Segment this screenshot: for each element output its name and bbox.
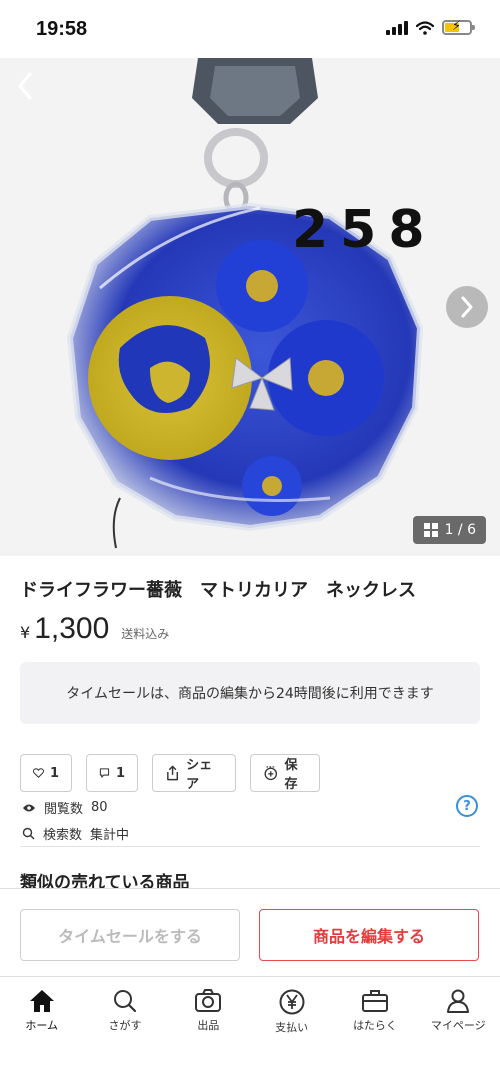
image-counter[interactable]: 1 / 6	[412, 516, 486, 544]
chevron-left-icon	[18, 72, 32, 100]
photo-number-label: 258	[292, 200, 437, 260]
camera-icon	[195, 989, 222, 1012]
status-bar: 19:58 ⚡	[0, 0, 500, 58]
tab-bar: ホーム さがす 出品 支払い はたらく マイページ	[0, 976, 500, 1080]
wifi-icon	[416, 20, 434, 35]
product-photo	[0, 58, 500, 556]
eye-icon	[23, 804, 35, 811]
shipping-note: 送料込み	[121, 627, 170, 641]
share-label: シェア	[186, 758, 213, 792]
views-value: 80	[91, 800, 108, 815]
grid-icon	[423, 523, 438, 537]
views-row: 閲覧数 80	[22, 798, 108, 817]
search-count-value: 集計中	[90, 828, 130, 843]
help-icon[interactable]: ?	[456, 795, 478, 817]
timesale-notice: タイムセールは、商品の編集から24時間後に利用できます	[20, 662, 480, 724]
status-icons: ⚡	[386, 19, 475, 35]
tab-label: はたらく	[353, 1019, 397, 1032]
views-label: 閲覧数	[44, 802, 84, 817]
magnifier-icon	[22, 827, 35, 840]
divider	[20, 846, 480, 847]
save-button[interactable]: 保存	[250, 754, 320, 792]
product-price: 1,300	[34, 612, 110, 645]
comment-icon	[99, 768, 110, 778]
share-icon	[167, 765, 178, 781]
comment-count: 1	[115, 765, 125, 781]
share-button[interactable]: シェア	[152, 754, 236, 792]
like-count: 1	[49, 765, 59, 781]
search-icon	[113, 990, 137, 1013]
tab-label: マイページ	[430, 1019, 486, 1032]
save-icon	[264, 766, 278, 781]
edit-item-button[interactable]: 商品を編集する	[259, 909, 479, 961]
comment-button[interactable]: 1	[86, 754, 138, 792]
timesale-button[interactable]: タイムセールをする	[20, 909, 240, 961]
signal-icon	[386, 20, 408, 35]
person-icon	[447, 989, 470, 1013]
tab-payment[interactable]: 支払い	[250, 977, 333, 1080]
product-image-carousel[interactable]: 258 1 / 6	[0, 58, 500, 556]
tab-label: さがす	[108, 1019, 142, 1032]
status-time: 19:58	[36, 18, 88, 40]
chevron-right-icon	[461, 296, 473, 318]
tab-mypage[interactable]: マイページ	[417, 977, 500, 1080]
tab-work[interactable]: はたらく	[333, 977, 416, 1080]
like-button[interactable]: 1	[20, 754, 72, 792]
tab-sell[interactable]: 出品	[167, 977, 250, 1080]
save-label: 保存	[284, 758, 298, 792]
back-button[interactable]	[10, 68, 40, 104]
bottom-action-bar: タイムセールをする 商品を編集する	[0, 888, 500, 974]
tab-home[interactable]: ホーム	[0, 977, 83, 1080]
briefcase-icon	[361, 990, 388, 1012]
tab-label: ホーム	[25, 1019, 58, 1032]
home-icon	[29, 990, 54, 1012]
yen-icon	[279, 989, 305, 1015]
tab-label: 支払い	[275, 1021, 309, 1034]
tab-label: 出品	[197, 1019, 220, 1032]
next-image-button[interactable]	[446, 286, 488, 328]
search-count-row: 検索数 集計中	[22, 824, 129, 843]
price-row: ¥ 1,300 送料込み	[20, 612, 169, 646]
image-counter-label: 1 / 6	[444, 522, 476, 538]
search-count-label: 検索数	[43, 828, 83, 843]
item-actions: 1 1 シェア 保存	[20, 754, 320, 792]
product-title: ドライフラワー薔薇 マトリカリア ネックレス	[20, 580, 416, 601]
tab-search[interactable]: さがす	[83, 977, 166, 1080]
currency-symbol: ¥	[20, 623, 31, 642]
battery-icon: ⚡	[442, 19, 475, 35]
heart-icon	[33, 768, 44, 778]
